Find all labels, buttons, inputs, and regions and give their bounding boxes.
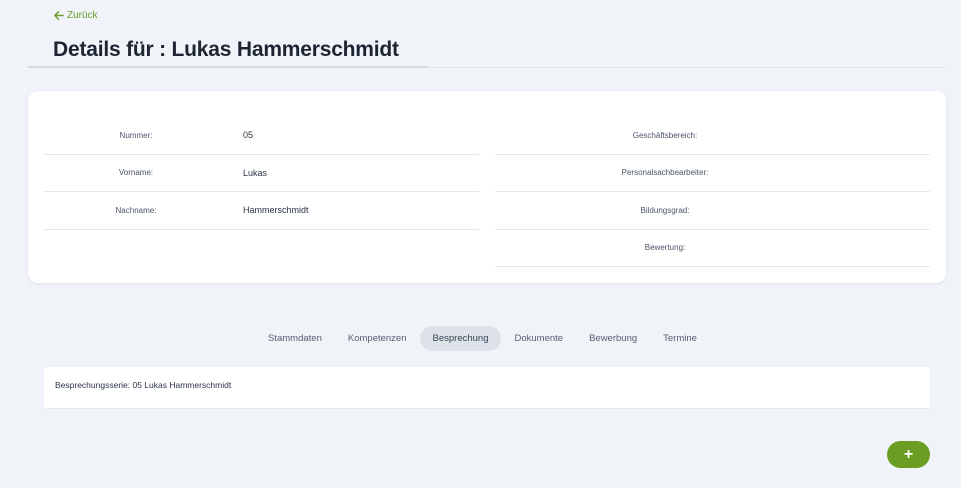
detail-label: Nachname: [115, 205, 157, 215]
detail-row-bewertung: Bewertung: [495, 230, 930, 267]
detail-row-geschaeftsbereich: Geschäftsbereich: [495, 117, 930, 155]
page-title: Details für : Lukas Hammerschmidt [53, 38, 399, 61]
detail-row-nachname: Nachname: Hammerschmidt [44, 192, 479, 230]
besprechung-panel: Besprechungsserie: 05 Lukas Hammerschmid… [44, 367, 930, 409]
detail-row-personalsachbearbeiter: Personalsachbearbeiter: [495, 155, 930, 192]
detail-label: Geschäftsbereich: [632, 130, 698, 140]
detail-row-vorname: Vorname: Lukas [44, 155, 479, 192]
detail-label: Bildungsgrad: [640, 205, 690, 215]
add-button[interactable]: + [887, 441, 930, 468]
tab-besprechung[interactable]: Besprechung [419, 326, 502, 351]
tab-bewerbung[interactable]: Bewerbung [576, 326, 650, 351]
tab-kompetenzen[interactable]: Kompetenzen [335, 326, 420, 351]
detail-label: Personalsachbearbeiter: [621, 168, 709, 178]
arrow-left-icon [54, 11, 64, 20]
page: Zurück Details für : Lukas Hammerschmidt… [0, 0, 961, 488]
detail-label: Bewertung: [644, 243, 686, 253]
detail-row-nummer: Nummer: 05 [44, 117, 479, 155]
tab-termine[interactable]: Termine [650, 326, 710, 351]
detail-value: Hammerschmidt [243, 205, 309, 216]
detail-label: Vorname: [118, 168, 154, 178]
details-left-column: Nummer: 05 Vorname: Lukas Nachname: Hamm… [44, 117, 479, 230]
details-right-column: Geschäftsbereich: Personalsachbearbeiter… [495, 117, 930, 267]
besprechungsserie-text[interactable]: Besprechungsserie: 05 Lukas Hammerschmid… [55, 380, 231, 390]
detail-label: Nummer: [119, 130, 153, 140]
tab-stammdaten[interactable]: Stammdaten [255, 326, 335, 351]
back-link[interactable]: Zurück [53, 10, 98, 21]
detail-row-bildungsgrad: Bildungsgrad: [495, 192, 930, 230]
detail-value: 05 [243, 130, 254, 141]
tab-dokumente[interactable]: Dokumente [501, 326, 576, 351]
tab-bar: Stammdaten Kompetenzen Besprechung Dokum… [255, 326, 710, 351]
title-divider [28, 66, 945, 68]
detail-value: Lukas [243, 167, 268, 178]
back-link-label: Zurück [67, 10, 98, 21]
